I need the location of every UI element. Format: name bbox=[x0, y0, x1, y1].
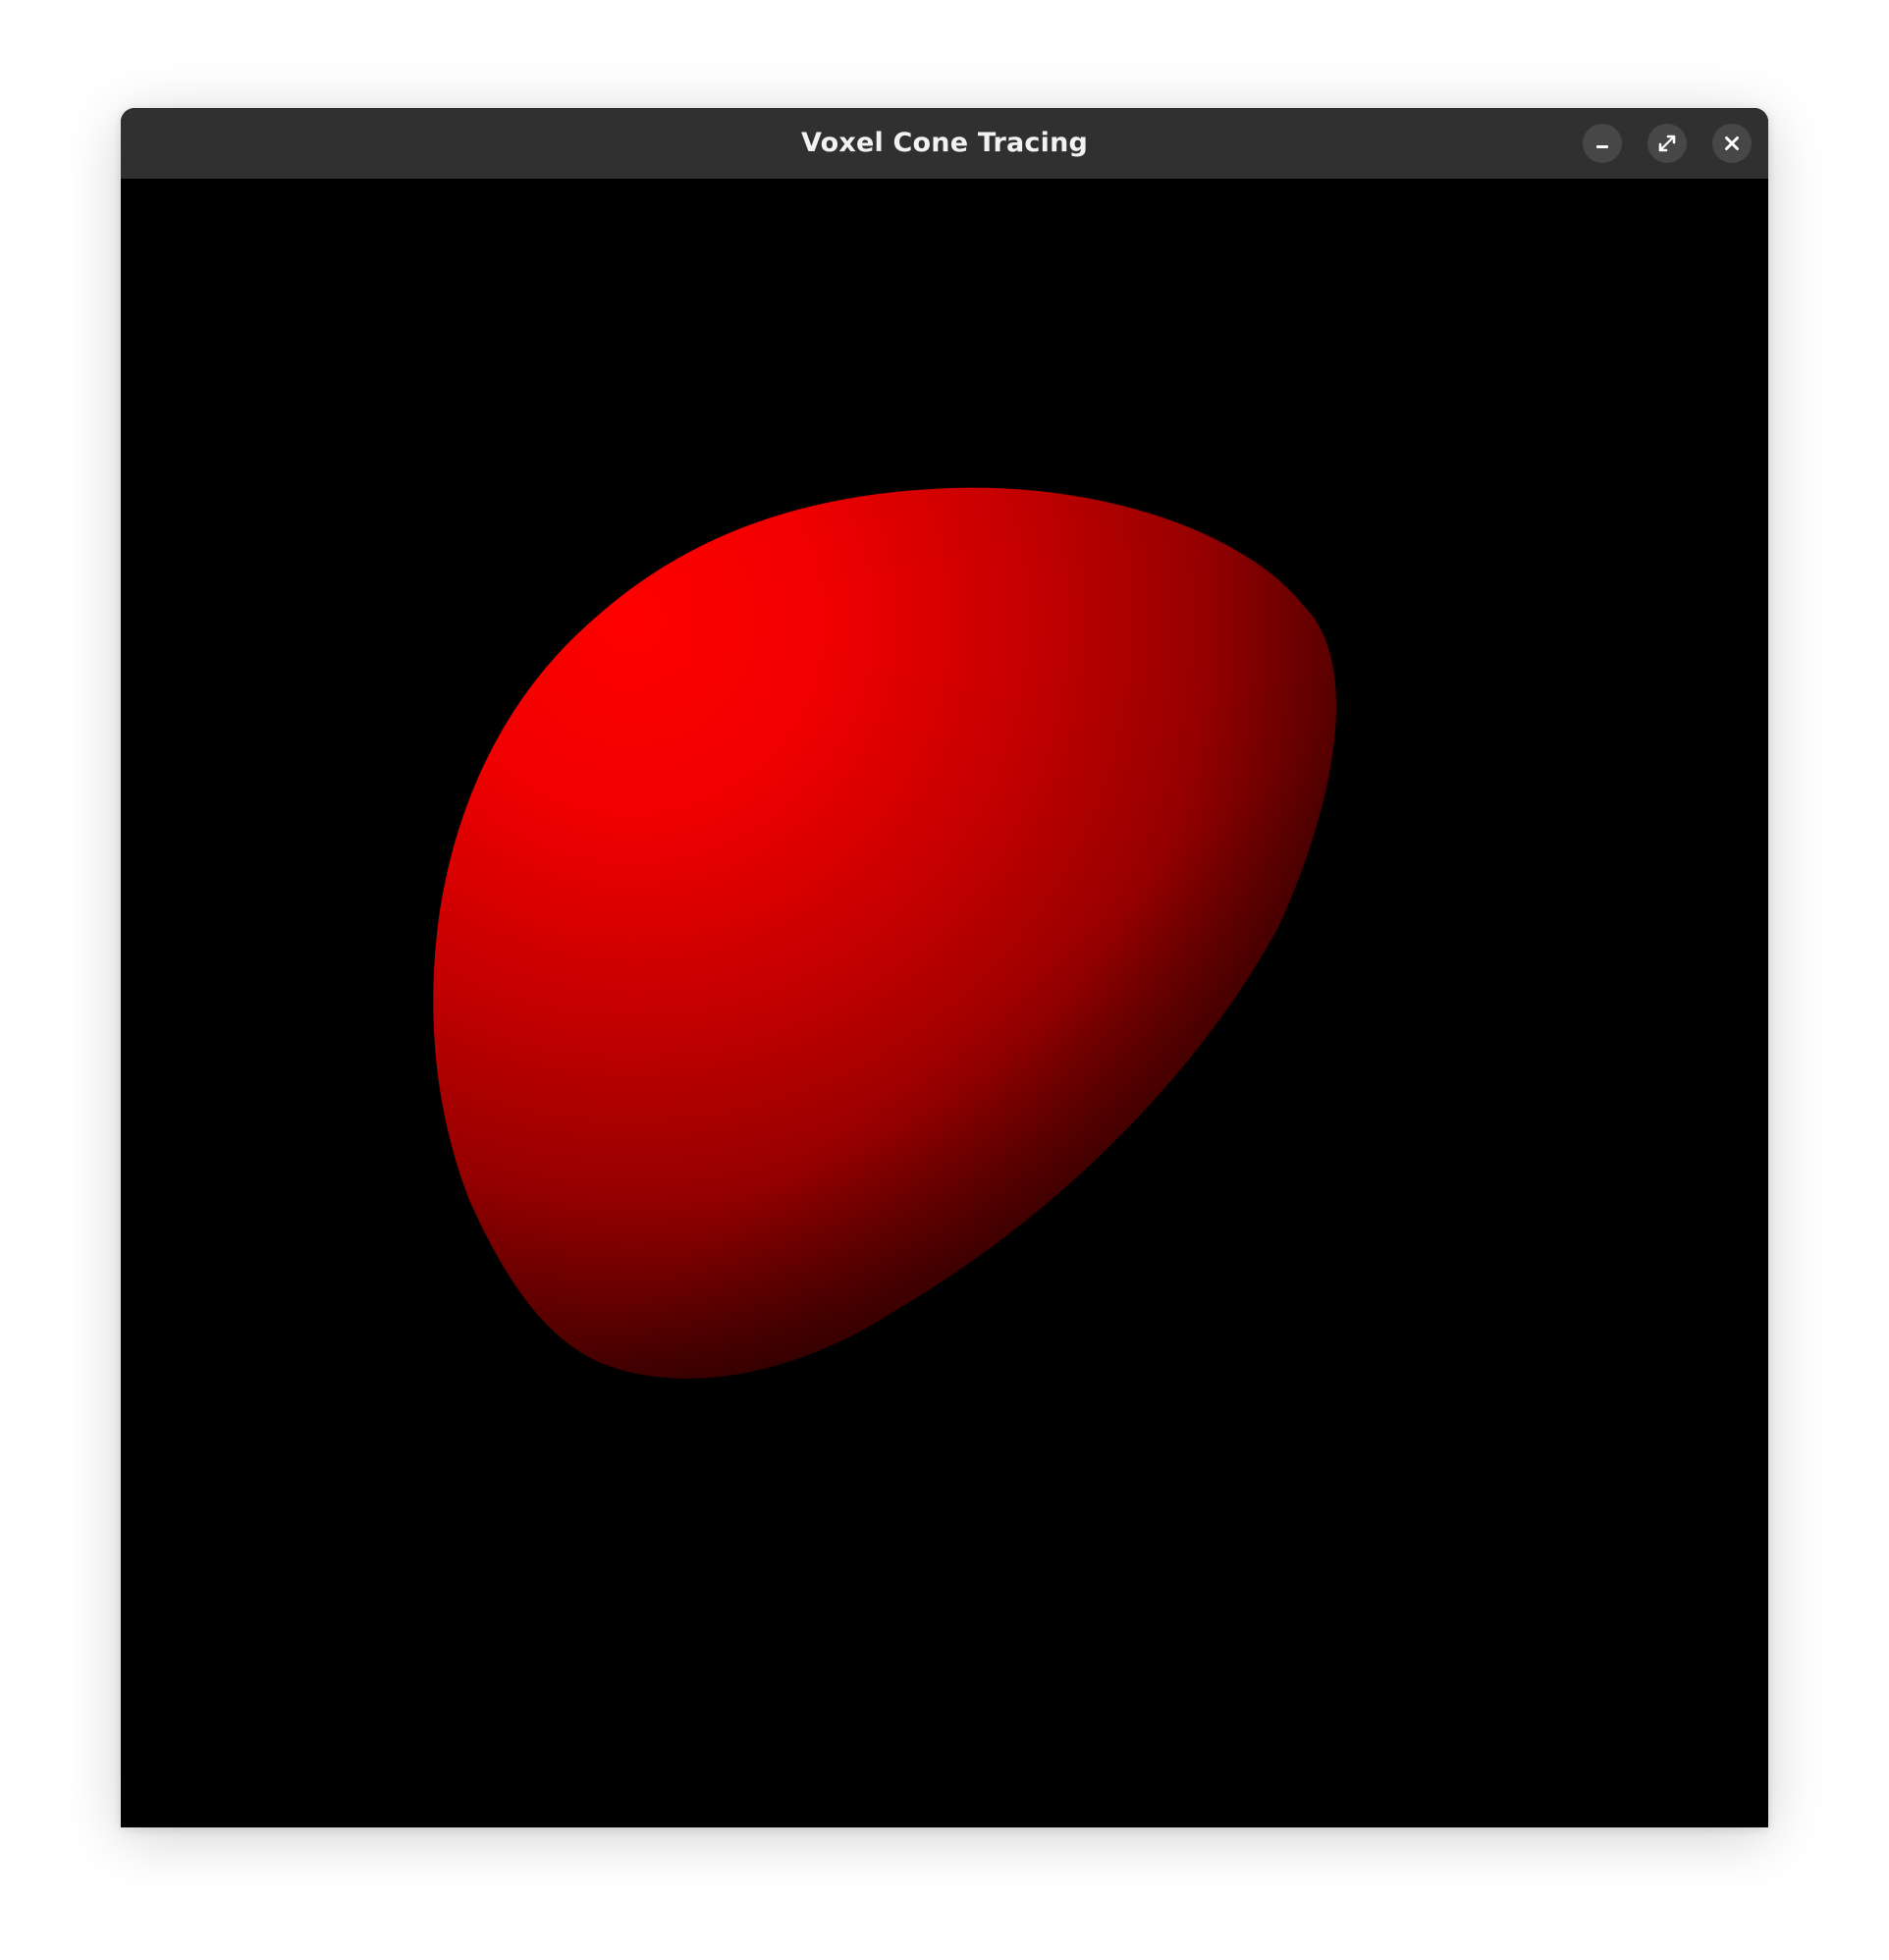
close-icon bbox=[1725, 136, 1739, 150]
maximize-button[interactable] bbox=[1647, 124, 1687, 163]
title-bar[interactable]: Voxel Cone Tracing bbox=[121, 108, 1768, 180]
window-title: Voxel Cone Tracing bbox=[800, 128, 1089, 158]
minimize-button[interactable] bbox=[1583, 124, 1622, 163]
close-button[interactable] bbox=[1712, 124, 1752, 163]
app-window: Voxel Cone Tracing bbox=[121, 108, 1768, 1827]
scene-canvas bbox=[121, 179, 1768, 1827]
minimize-icon bbox=[1596, 145, 1608, 148]
maximize-icon bbox=[1658, 135, 1676, 152]
render-viewport[interactable] bbox=[121, 179, 1768, 1827]
